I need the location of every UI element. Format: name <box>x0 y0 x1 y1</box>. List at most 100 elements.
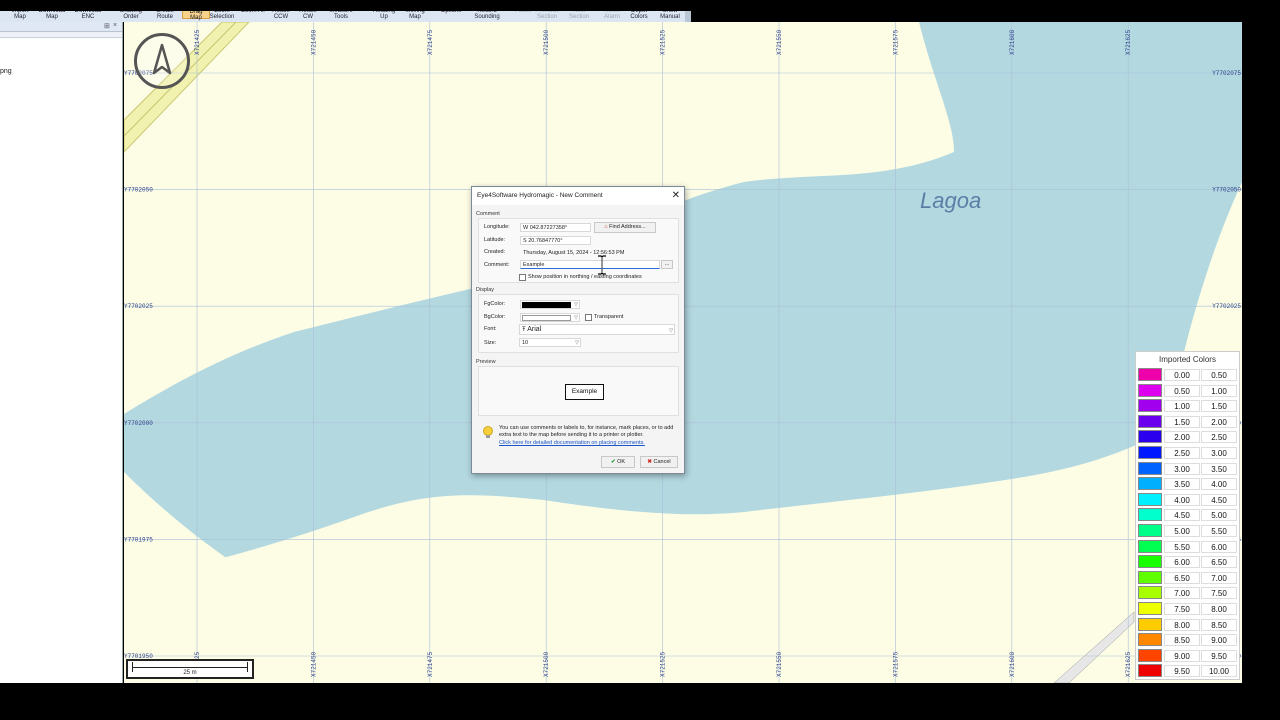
legend-depth-to: 9.50 <box>1201 649 1237 662</box>
fgcolor-swatch <box>522 302 571 308</box>
ok-button[interactable]: ✔ OK <box>601 456 635 468</box>
panel-close-icon[interactable]: × <box>113 22 117 29</box>
legend-depth-from: 3.00 <box>1164 462 1200 475</box>
legend-color-swatch <box>1138 383 1162 397</box>
legend-color-swatch <box>1138 648 1162 662</box>
size-select[interactable]: 10 ▽ <box>519 338 581 347</box>
legend-depth-to: 3.00 <box>1201 447 1237 459</box>
ribbon-button-drawing-order[interactable]: Drawing Order <box>117 11 145 20</box>
lightbulb-icon <box>483 426 493 438</box>
ribbon-scroll-button[interactable] <box>685 11 691 22</box>
legend-depth-to: 10.00 <box>1201 665 1237 678</box>
cancel-button[interactable]: ✖ Cancel <box>640 456 678 468</box>
legend-depth-from: 0.00 <box>1164 369 1200 381</box>
ribbon-button-download-enc[interactable]: Download ENC <box>74 11 102 20</box>
legend-row: 8.50 9.00 <box>1137 632 1239 648</box>
dialog-title: Eye4Software Hydromagic - New Comment <box>477 192 603 199</box>
ribbon-button-measure-tools[interactable]: Measure Tools <box>327 11 355 20</box>
legend-depth-to: 1.00 <box>1201 384 1237 397</box>
legend-color-swatch <box>1138 492 1162 506</box>
ribbon-button-drag-map[interactable]: Drag Map <box>182 11 210 21</box>
legend-row: 3.00 3.50 <box>1137 461 1239 477</box>
new-comment-dialog: Eye4Software Hydromagic - New Comment ✕ … <box>471 186 685 474</box>
ribbon-button-create-route[interactable]: Create Route <box>151 11 179 20</box>
legend-row: 6.00 6.50 <box>1137 554 1239 570</box>
legend-color-swatch <box>1138 539 1162 553</box>
legend-depth-from: 0.50 <box>1164 384 1200 397</box>
legend-color-swatch <box>1138 524 1162 537</box>
close-icon[interactable]: ✕ <box>672 190 680 201</box>
legend-depth-to: 9.00 <box>1201 634 1237 647</box>
dialog-titlebar[interactable]: Eye4Software Hydromagic - New Comment ✕ <box>472 187 684 205</box>
map-place-label: Lagoa <box>920 188 981 213</box>
x-coordinate-label: X721425 <box>194 29 201 55</box>
created-label: Created: <box>484 249 506 255</box>
legend-row: 0.50 1.00 <box>1137 383 1239 399</box>
transparent-checkbox[interactable] <box>585 314 592 321</box>
ok-label: OK <box>617 459 626 465</box>
legend-color-swatch <box>1138 430 1162 444</box>
legend-row: 9.50 10.00 <box>1137 663 1239 679</box>
ribbon-button-zoom-all[interactable]: Zoom All <box>239 11 267 19</box>
legend-depth-from: 7.50 <box>1164 603 1200 615</box>
chevron-down-icon: ▽ <box>575 340 579 346</box>
find-address-button[interactable]: ⌂ Find Address... <box>594 222 656 233</box>
scale-label: 25 m <box>183 670 197 676</box>
ribbon-button-previous-section: Previous Section <box>535 11 559 20</box>
file-item[interactable]: png <box>0 68 12 75</box>
ribbon-button-show-manual[interactable]: Show Manual <box>656 11 684 20</box>
ribbon-button-depth-colors[interactable]: Depth Colors <box>625 11 653 20</box>
legend-color-swatch <box>1138 555 1162 569</box>
x-coordinate-label: X721550 <box>776 651 783 677</box>
y-coordinate-label: Y7702000 <box>124 420 153 427</box>
x-coordinate-label: X721625 <box>1125 29 1132 55</box>
ribbon-button-rotate-ccw[interactable]: Rotate CCW <box>267 11 295 20</box>
panel-header: ⊞ × <box>0 22 122 32</box>
y-coordinate-label: Y7701975 <box>124 536 153 543</box>
home-icon: ⌂ <box>604 224 608 230</box>
legend-title: Imported Colors <box>1159 355 1216 364</box>
legend-depth-to: 6.50 <box>1201 556 1237 569</box>
north-arrow-icon <box>134 33 190 89</box>
pin-icon[interactable]: ⊞ <box>104 22 110 30</box>
y-coordinate-label: Y7702075 <box>1212 70 1241 77</box>
fgcolor-select[interactable]: ▽ <box>520 300 580 309</box>
legend-depth-from: 1.50 <box>1164 415 1200 428</box>
comment-browse-button[interactable]: ... <box>661 260 673 269</box>
legend-depth-from: 2.00 <box>1164 431 1200 444</box>
legend-depth-to: 5.50 <box>1201 525 1237 537</box>
legend-depth-from: 3.50 <box>1164 478 1200 491</box>
font-label: Font: <box>484 326 497 332</box>
ribbon-button-rotate-cw[interactable]: Rotate CW <box>294 11 322 20</box>
legend-depth-to: 6.00 <box>1201 540 1237 553</box>
comment-field[interactable]: Example <box>520 260 660 269</box>
ribbon-button-download-map[interactable]: Download Map <box>38 11 66 20</box>
latitude-field[interactable]: S 20.76847770° <box>520 236 591 245</box>
chevron-down-icon: ▽ <box>669 328 673 334</box>
transparent-label: Transparent <box>594 314 624 320</box>
ribbon-button-moving-map[interactable]: Moving Map <box>401 11 429 20</box>
legend-color-swatch <box>1138 461 1162 475</box>
display-group: FgColor: ▽ BgColor: ▽ Transparent Font: … <box>478 294 679 353</box>
x-coordinate-label: X721525 <box>660 651 667 677</box>
bgcolor-label: BgColor: <box>484 314 506 320</box>
ribbon-button-record-sounding[interactable]: Record Sounding <box>473 11 501 20</box>
font-select[interactable]: Ŧ Arial ▽ <box>519 324 675 335</box>
ribbon-button-options[interactable]: Options <box>437 11 465 19</box>
show-position-checkbox[interactable] <box>519 274 526 281</box>
bgcolor-select[interactable]: ▽ <box>520 313 580 322</box>
ribbon-button-zoom-selection[interactable]: Zoom Selection <box>208 11 236 20</box>
legend-depth-from: 8.50 <box>1164 634 1200 647</box>
legend-depth-from: 9.00 <box>1164 649 1200 662</box>
documentation-link[interactable]: Click here for detailed documentation on… <box>499 440 645 446</box>
legend-color-swatch <box>1138 664 1162 678</box>
legend-depth-from: 8.00 <box>1164 618 1200 631</box>
longitude-field[interactable]: W 042.87227358° <box>520 223 591 232</box>
legend-depth-from: 6.00 <box>1164 556 1200 569</box>
ribbon-button-heading-up[interactable]: Heading Up <box>370 11 398 20</box>
legend-depth-to: 8.50 <box>1201 618 1237 631</box>
legend-row: 1.50 2.00 <box>1137 414 1239 430</box>
comment-label: Comment: <box>484 262 510 268</box>
legend-depth-from: 5.50 <box>1164 540 1200 553</box>
ribbon-button-import-map[interactable]: Import Map <box>6 11 34 20</box>
